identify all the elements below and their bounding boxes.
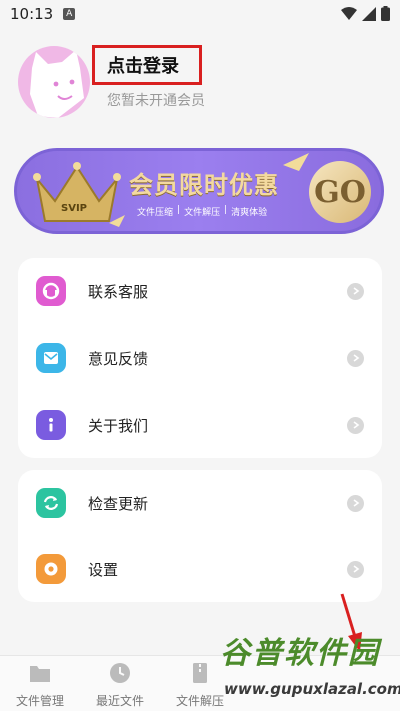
paper-plane-small-icon: [109, 215, 125, 227]
battery-icon: [381, 6, 390, 21]
folder-icon: [30, 666, 50, 682]
divider: |: [177, 205, 181, 215]
refresh-icon: [36, 488, 66, 518]
menu-label: 检查更新: [88, 494, 149, 513]
feedback-icon: [36, 343, 66, 373]
nav-tab-recent-files[interactable]: 最近文件: [80, 662, 160, 709]
login-label: 点击登录: [107, 56, 179, 77]
vip-feature-compress: 文件压缩: [137, 208, 174, 218]
go-button[interactable]: GO: [309, 161, 371, 223]
chevron-right-icon: [347, 349, 364, 367]
status-bar: 10:13 A: [0, 0, 400, 28]
chevron-right-icon: [347, 416, 364, 434]
notification-icon: A: [63, 8, 76, 20]
vip-features: 文件压缩 | 文件解压 | 清爽体验: [137, 205, 267, 218]
headset-icon: [36, 276, 66, 306]
vip-feature-clean: 清爽体验: [231, 208, 268, 218]
menu-label: 联系客服: [88, 282, 149, 301]
divider: |: [224, 205, 228, 215]
menu-label: 关于我们: [88, 416, 149, 435]
paper-plane-icon: [283, 153, 309, 171]
menu-item-about-us[interactable]: 关于我们: [18, 392, 382, 458]
menu-card-support: 联系客服 意见反馈 关于我们: [18, 258, 382, 458]
zip-icon: [193, 663, 207, 683]
watermark-logo-text: 谷普软件园: [220, 636, 380, 671]
wifi-icon: [341, 6, 357, 20]
menu-label: 意见反馈: [88, 349, 149, 368]
chevron-right-icon: [347, 560, 364, 578]
settings-icon: [36, 554, 66, 584]
svip-label: SVIP: [61, 203, 87, 214]
membership-status: 您暂未开通会员: [107, 93, 205, 109]
vip-promo-banner[interactable]: SVIP 会员限时优惠 文件压缩 | 文件解压 | 清爽体验 GO: [14, 148, 384, 234]
nav-label: 最近文件: [95, 694, 144, 708]
signal-icon: [362, 6, 376, 21]
chevron-right-icon: [347, 282, 364, 300]
menu-item-feedback[interactable]: 意见反馈: [18, 325, 382, 391]
vip-title: 会员限时优惠: [129, 171, 279, 199]
menu-label: 设置: [88, 560, 119, 579]
menu-card-system: 检查更新 设置: [18, 470, 382, 602]
menu-item-contact-support[interactable]: 联系客服: [18, 258, 382, 324]
info-icon: [36, 410, 66, 440]
clock-icon: [110, 663, 130, 683]
status-time: 10:13: [10, 5, 54, 23]
nav-label: 文件管理: [15, 694, 64, 708]
watermark: 谷普软件园 www.gupuxlazal.com: [220, 628, 400, 708]
login-button[interactable]: 点击登录: [92, 45, 202, 85]
menu-item-settings[interactable]: 设置: [18, 536, 382, 602]
vip-feature-decompress: 文件解压: [184, 208, 221, 218]
watermark-url: www.gupuxlazal.com: [224, 680, 400, 698]
cat-avatar-icon: [30, 50, 84, 118]
chevron-right-icon: [347, 494, 364, 512]
avatar[interactable]: [18, 46, 90, 118]
nav-tab-file-manager[interactable]: 文件管理: [0, 662, 80, 709]
menu-item-check-update[interactable]: 检查更新: [18, 470, 382, 536]
